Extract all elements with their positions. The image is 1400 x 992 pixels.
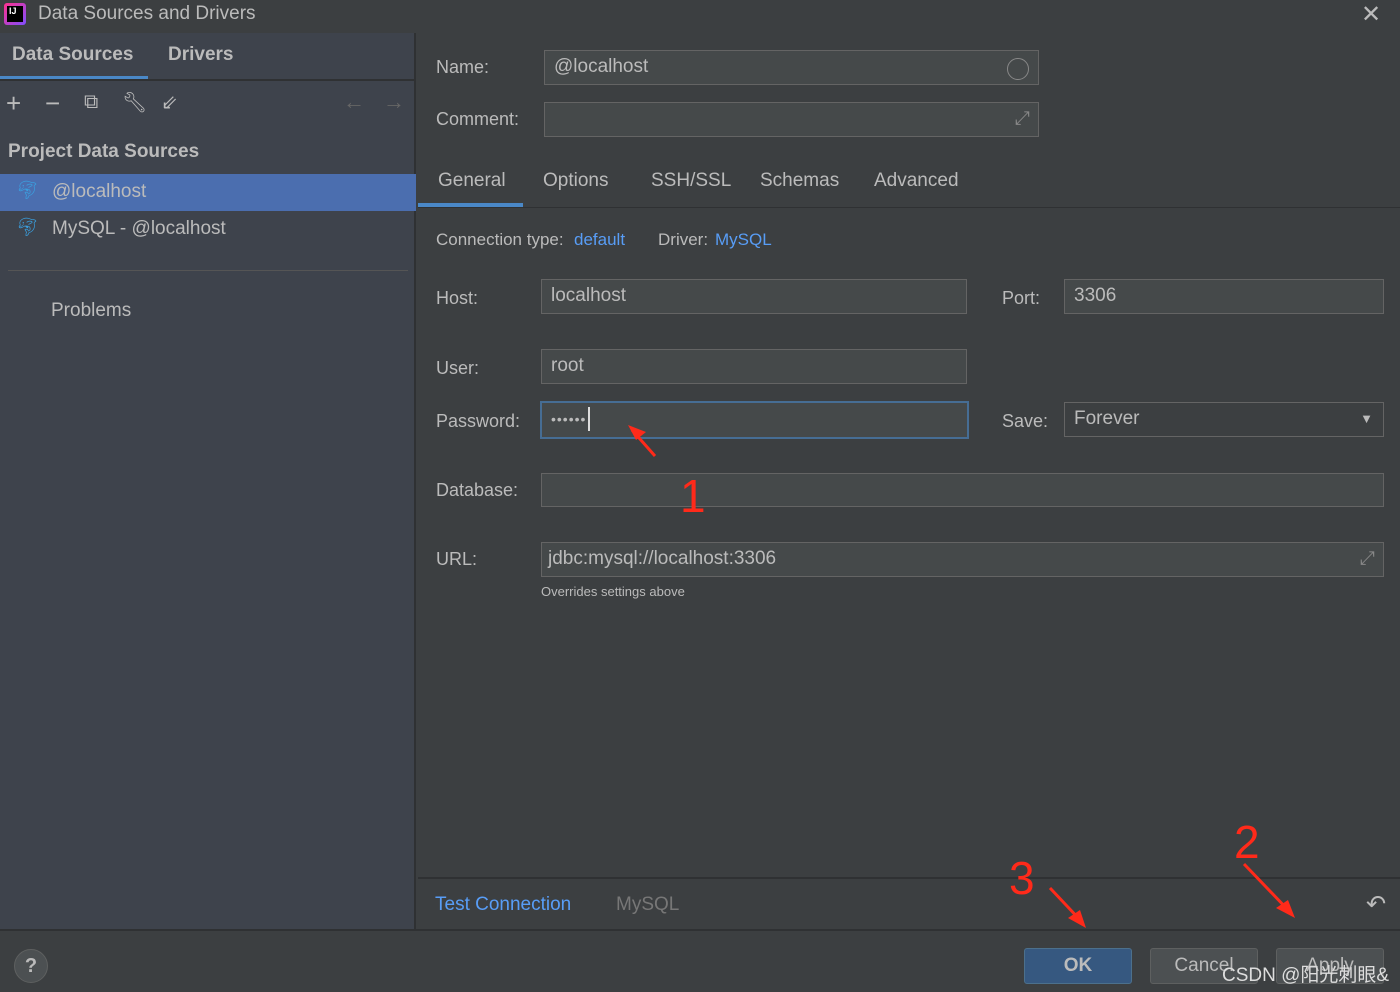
arrow-annotation	[628, 425, 1295, 928]
annotation-layer: 1 2 3	[628, 425, 1295, 928]
annotation-number: 3	[1009, 852, 1035, 904]
annotation-number: 1	[680, 470, 706, 522]
annotation-number: 2	[1234, 816, 1260, 868]
